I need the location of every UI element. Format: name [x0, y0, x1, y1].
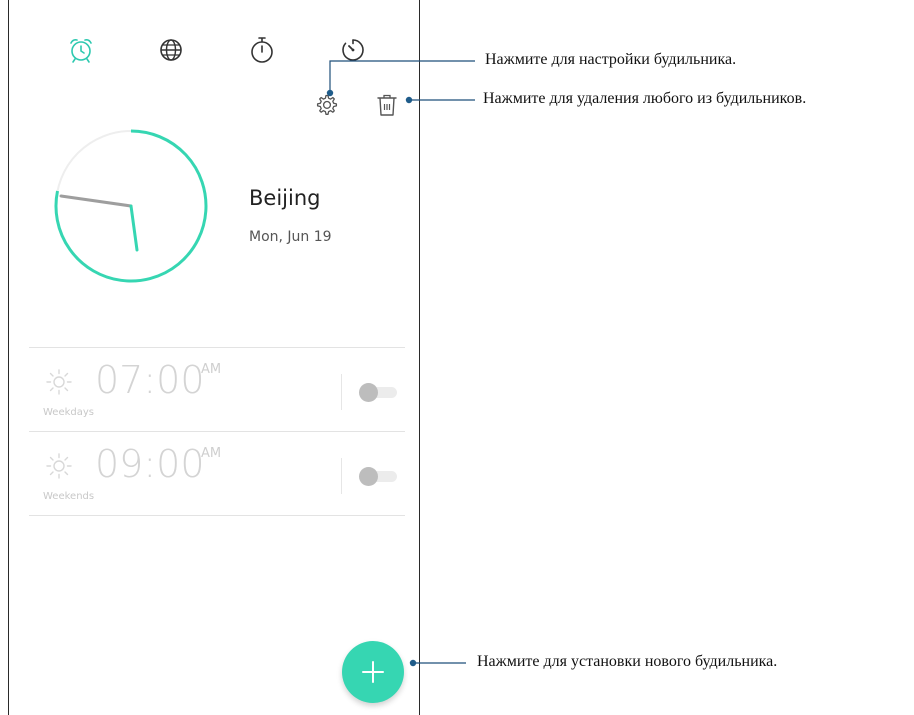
alarm-toggle[interactable]	[359, 467, 399, 486]
toggle-knob	[359, 467, 378, 486]
alarm-list: 07:00 AM Weekdays 09:00 AM Weekends	[29, 347, 405, 516]
timer-icon	[338, 35, 368, 65]
analog-clock	[49, 124, 213, 288]
tab-world-clock[interactable]	[151, 30, 191, 70]
clock-app-screen: Beijing Mon, Jun 19 07:00 AM Weekdays 09…	[8, 0, 420, 715]
tab-bar	[9, 30, 419, 70]
manual-page: Beijing Mon, Jun 19 07:00 AM Weekdays 09…	[0, 0, 914, 715]
alarm-time: 09:00	[95, 442, 205, 486]
tab-alarm[interactable]	[61, 30, 101, 70]
globe-icon	[157, 36, 185, 64]
toggle-knob	[359, 383, 378, 402]
alarm-repeat: Weekdays	[43, 407, 95, 418]
city-date: Mon, Jun 19	[249, 229, 332, 245]
tab-stopwatch[interactable]	[242, 30, 282, 70]
divider	[341, 374, 342, 410]
tab-timer[interactable]	[333, 30, 373, 70]
delete-button[interactable]	[371, 91, 403, 123]
stopwatch-icon	[248, 35, 276, 65]
alarm-repeat: Weekends	[43, 491, 95, 502]
alarm-time: 07:00	[95, 358, 205, 402]
callout-delete: Нажмите для удаления любого из будильник…	[483, 90, 807, 107]
sun-icon	[45, 368, 73, 396]
alarm-ampm: AM	[201, 446, 222, 461]
trash-icon	[375, 92, 399, 123]
gear-icon	[313, 92, 339, 123]
alarm-toggle[interactable]	[359, 383, 399, 402]
divider	[341, 458, 342, 494]
callout-settings: Нажмите для настройки будильника.	[485, 51, 737, 68]
alarm-item[interactable]: 07:00 AM Weekdays	[29, 347, 405, 431]
sun-icon	[45, 452, 73, 480]
alarm-ampm: AM	[201, 362, 222, 377]
city-name: Beijing	[249, 186, 321, 210]
settings-button[interactable]	[310, 91, 342, 123]
alarm-item[interactable]: 09:00 AM Weekends	[29, 431, 405, 516]
alarm-clock-icon	[66, 35, 96, 65]
add-alarm-button[interactable]	[342, 641, 404, 703]
callout-add: Нажмите для установки нового будильника.	[477, 653, 778, 670]
